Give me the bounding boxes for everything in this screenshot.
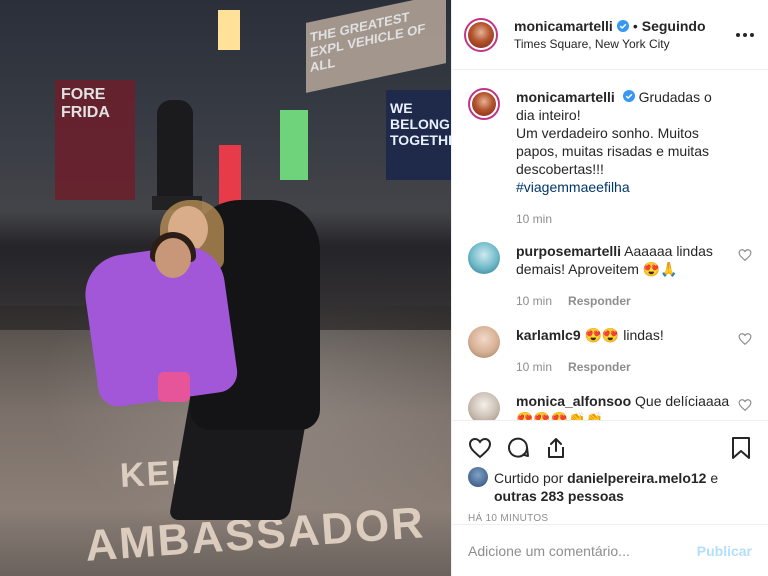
like-heart-icon[interactable]	[468, 436, 492, 460]
caption-hashtag[interactable]: #viagemmaeefilha	[516, 179, 630, 195]
comment-username[interactable]: karlamlc9	[516, 327, 581, 343]
post-header: monicamartelli • Seguindo Times Square, …	[452, 0, 768, 70]
comment-meta: 10 min Responder	[516, 292, 734, 310]
billboard-left-top: THE GREATEST EXPL VEHICLE OF ALL	[306, 0, 446, 93]
header-username[interactable]: monicamartelli	[514, 18, 613, 34]
comment-item: purposemartelli Aaaaaa lindas demais! Ap…	[468, 242, 752, 310]
green-screen	[280, 110, 308, 180]
likes-summary: Curtido por danielpereira.melo12 e outra…	[468, 467, 752, 505]
comment-time[interactable]: 10 min	[516, 292, 552, 310]
yellow-screen	[218, 10, 240, 50]
bookmark-save-icon[interactable]	[730, 436, 752, 460]
comment-item: karlamlc9 😍😍 lindas! 10 min Responder	[468, 326, 752, 376]
post-photo[interactable]: THE GREATEST EXPL VEHICLE OF ALL WE BELO…	[0, 0, 451, 576]
comment-avatar[interactable]	[468, 326, 500, 358]
like-comment-heart-icon[interactable]	[738, 398, 752, 412]
add-comment-bar: Adicione um comentário... Publicar	[452, 524, 768, 576]
post-actions: Curtido por danielpereira.melo12 e outra…	[452, 420, 768, 532]
comments-section: monicamartelli Grudadas o dia inteiro! U…	[452, 70, 768, 420]
header-text: monicamartelli • Seguindo Times Square, …	[514, 18, 734, 51]
avatar[interactable]	[464, 17, 498, 52]
comment-item: monica_alfonsoo Que delíciaaaa 😍😍😍👏👏	[468, 392, 752, 420]
caption-username[interactable]: monicamartelli	[516, 89, 615, 105]
comment-text: 😍😍 lindas!	[584, 327, 664, 343]
location-link[interactable]: Times Square, New York City	[514, 37, 734, 51]
statue	[157, 100, 193, 200]
likes-others-link[interactable]: outras 283 pessoas	[494, 488, 624, 504]
publish-button[interactable]: Publicar	[697, 543, 752, 559]
likes-prefix: Curtido por	[494, 470, 564, 486]
caption-avatar[interactable]	[468, 88, 500, 120]
liker-username[interactable]: danielpereira.melo12	[567, 470, 706, 486]
instagram-post: THE GREATEST EXPL VEHICLE OF ALL WE BELO…	[0, 0, 768, 576]
comment-bubble-icon[interactable]	[506, 436, 530, 460]
like-comment-heart-icon[interactable]	[738, 248, 752, 262]
girl-face	[155, 238, 191, 278]
liker-avatar[interactable]	[468, 467, 488, 487]
comment-avatar[interactable]	[468, 392, 500, 420]
comment-username[interactable]: purposemartelli	[516, 243, 621, 259]
likes-conj: e	[710, 470, 719, 486]
reply-button[interactable]: Responder	[568, 358, 631, 376]
reply-button[interactable]: Responder	[568, 292, 631, 310]
action-bar	[468, 429, 752, 467]
billboard-right: WE BELONG TOGETHER	[386, 90, 451, 180]
separator-dot: •	[632, 18, 638, 34]
comment-username[interactable]: monica_alfonsoo	[516, 393, 631, 409]
verified-badge-icon	[622, 90, 635, 102]
comment-time[interactable]: 10 min	[516, 358, 552, 376]
more-options-icon[interactable]	[734, 25, 756, 45]
share-icon[interactable]	[544, 436, 568, 460]
billboard-left: FORE FRIDA	[55, 80, 135, 200]
add-comment-input[interactable]: Adicione um comentário...	[468, 543, 697, 559]
caption-time[interactable]: 10 min	[516, 210, 552, 228]
comment-avatar[interactable]	[468, 242, 500, 274]
post-timestamp[interactable]: HÁ 10 MINUTOS	[468, 513, 752, 524]
red-screen	[219, 145, 241, 205]
caption-text-line2: Um verdadeiro sonho. Muitos papos, muita…	[516, 125, 709, 177]
caption-meta: 10 min	[516, 210, 734, 228]
comment-meta: 10 min Responder	[516, 358, 734, 376]
follow-status-button[interactable]: Seguindo	[642, 18, 706, 34]
pink-bag	[158, 372, 190, 402]
post-side-panel: monicamartelli • Seguindo Times Square, …	[451, 0, 768, 576]
verified-badge-icon	[616, 20, 629, 32]
like-comment-heart-icon[interactable]	[738, 332, 752, 346]
caption: monicamartelli Grudadas o dia inteiro! U…	[468, 88, 752, 228]
